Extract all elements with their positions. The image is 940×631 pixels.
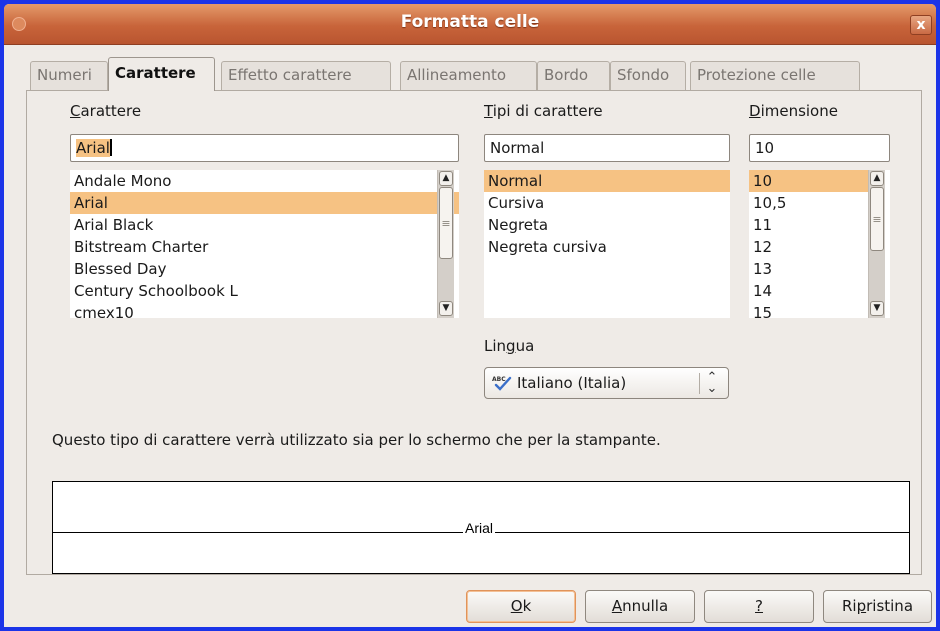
window-title: Formatta celle <box>400 12 540 32</box>
list-item[interactable]: 10 <box>749 170 868 192</box>
cancel-button[interactable]: Annulla <box>585 590 695 623</box>
font-preview: Arial <box>52 481 910 574</box>
spellcheck-abc-icon: ABC <box>492 376 512 391</box>
list-item[interactable]: Normal <box>484 170 730 192</box>
list-item[interactable]: cmex10 <box>70 302 459 318</box>
up-down-arrows-icon: ⌃ ⌄ <box>706 370 718 396</box>
preview-text: Arial <box>463 520 496 536</box>
scroll-thumb[interactable]: ≡ <box>870 187 884 251</box>
ok-button[interactable]: Ok <box>466 590 576 623</box>
tab-sfondo[interactable]: Sfondo <box>610 61 686 90</box>
tab-bordo[interactable]: Bordo <box>537 61 610 90</box>
font-style-list[interactable]: Normal Cursiva Negreta Negreta cursiva <box>484 170 730 318</box>
size-list-scrollbar[interactable]: ▲ ≡ ▼ <box>868 170 885 318</box>
language-label: Lingua <box>484 337 535 355</box>
info-text: Questo tipo di carattere verrà utilizzat… <box>52 431 661 449</box>
list-item[interactable]: Cursiva <box>484 192 730 214</box>
list-item[interactable]: Negreta cursiva <box>484 236 730 258</box>
title-bar[interactable]: Formatta celle x <box>4 4 936 45</box>
language-value: Italiano (Italia) <box>517 374 627 392</box>
list-item[interactable]: Arial <box>70 192 459 214</box>
font-family-input[interactable]: Arial <box>70 134 459 162</box>
svg-text:ABC: ABC <box>492 376 506 383</box>
tab-numeri[interactable]: Numeri <box>30 61 108 90</box>
help-button[interactable]: ? <box>704 590 814 623</box>
font-family-label: Carattere <box>70 102 142 120</box>
font-size-input[interactable]: 10 <box>749 134 890 162</box>
scroll-up-arrow-icon[interactable]: ▲ <box>870 171 884 186</box>
scroll-down-arrow-icon[interactable]: ▼ <box>439 301 453 316</box>
scroll-down-arrow-icon[interactable]: ▼ <box>870 301 884 316</box>
combo-separator <box>699 373 700 394</box>
list-item[interactable]: Andale Mono <box>70 170 459 192</box>
font-list-scrollbar[interactable]: ▲ ≡ ▼ <box>437 170 454 318</box>
font-style-label: Tipi di carattere <box>484 102 603 120</box>
text-cursor <box>109 139 112 156</box>
list-item[interactable]: Negreta <box>484 214 730 236</box>
format-cells-dialog: Formatta celle x Numeri Carattere Effett… <box>4 4 936 627</box>
reset-button[interactable]: Ripristina <box>823 590 932 623</box>
font-style-input[interactable]: Normal <box>484 134 730 162</box>
tab-carattere[interactable]: Carattere <box>108 57 215 91</box>
language-select[interactable]: ABC Italiano (Italia) ⌃ ⌄ <box>484 367 729 399</box>
tab-allineamento[interactable]: Allineamento <box>400 61 537 90</box>
list-item[interactable]: Arial Black <box>70 214 459 236</box>
tab-protezione-celle[interactable]: Protezione celle <box>690 61 860 90</box>
list-item[interactable]: Blessed Day <box>70 258 459 280</box>
scroll-thumb[interactable]: ≡ <box>439 187 453 259</box>
tab-effetto-carattere[interactable]: Effetto carattere <box>221 61 391 90</box>
scroll-up-arrow-icon[interactable]: ▲ <box>439 171 453 186</box>
list-item[interactable]: Century Schoolbook L <box>70 280 459 302</box>
close-button[interactable]: x <box>910 15 932 35</box>
font-family-list[interactable]: Andale Mono Arial Arial Black Bitstream … <box>70 170 459 318</box>
list-item[interactable]: Bitstream Charter <box>70 236 459 258</box>
font-size-label: Dimensione <box>749 102 838 120</box>
